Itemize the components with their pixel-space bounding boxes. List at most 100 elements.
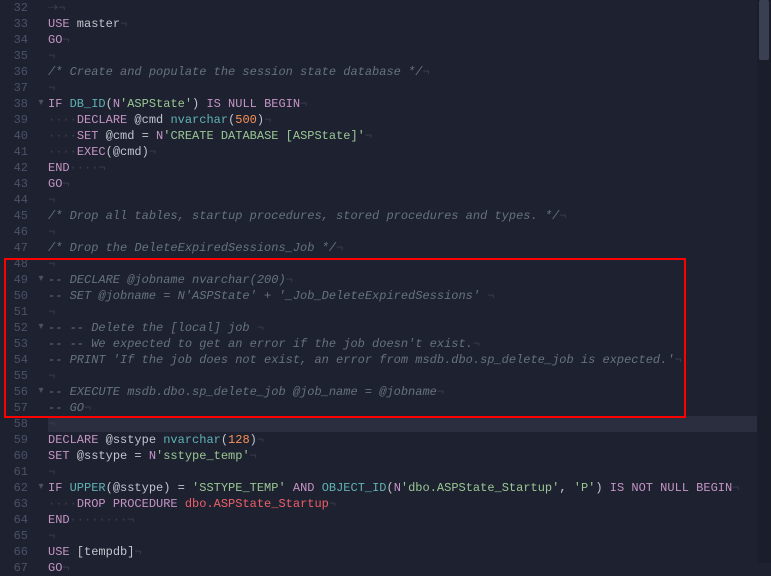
token: ¬ (336, 241, 343, 255)
fold-marker (34, 80, 48, 96)
line-number: 58 (0, 416, 32, 432)
code-line[interactable]: IF UPPER(@sstype) = 'SSTYPE_TEMP' AND OB… (48, 480, 771, 496)
token: ¬ (127, 513, 134, 527)
code-line[interactable]: ····DROP PROCEDURE dbo.ASPState_Startup¬ (48, 496, 771, 512)
line-number: 38 (0, 96, 32, 112)
token: ¬ (62, 33, 69, 47)
token: DECLARE (48, 433, 98, 447)
code-line[interactable]: GO¬ (48, 176, 771, 192)
token: ¬ (257, 321, 264, 335)
line-number: 41 (0, 144, 32, 160)
fold-marker[interactable]: ▾ (34, 96, 48, 112)
token: ¬ (48, 465, 55, 479)
fold-marker[interactable]: ▾ (34, 272, 48, 288)
code-line[interactable]: ¬ (48, 192, 771, 208)
token: ¬ (134, 545, 141, 559)
token: /* Drop the DeleteExpiredSessions_Job */ (48, 241, 336, 255)
line-number: 47 (0, 240, 32, 256)
code-line[interactable]: /* Drop the DeleteExpiredSessions_Job */… (48, 240, 771, 256)
fold-marker (34, 416, 48, 432)
fold-marker[interactable]: ▾ (34, 480, 48, 496)
line-number: 61 (0, 464, 32, 480)
token: ⇢ (48, 1, 58, 15)
token: ¬ (48, 225, 55, 239)
code-line[interactable]: ¬ (48, 224, 771, 240)
code-line[interactable]: ¬ (48, 304, 771, 320)
code-line[interactable]: ····EXEC(@cmd)¬ (48, 144, 771, 160)
token: ¬ (365, 129, 372, 143)
code-line[interactable]: ¬ (48, 368, 771, 384)
code-line[interactable]: -- GO¬ (48, 400, 771, 416)
token: -- PRINT 'If the job does not exist, an … (48, 353, 675, 367)
token (314, 481, 321, 495)
token: N (394, 481, 401, 495)
fold-marker[interactable]: ▾ (34, 320, 48, 336)
fold-marker (34, 32, 48, 48)
line-number: 44 (0, 192, 32, 208)
token: ···· (48, 129, 77, 143)
code-editor[interactable]: 3233343536373839404142434445464748495051… (0, 0, 771, 563)
code-line[interactable]: -- EXECUTE msdb.dbo.sp_delete_job @job_n… (48, 384, 771, 400)
code-line[interactable]: GO¬ (48, 32, 771, 48)
code-line[interactable]: ¬ (48, 256, 771, 272)
fold-marker (34, 560, 48, 576)
code-line[interactable]: -- SET @jobname = N'ASPState' + '_Job_De… (48, 288, 771, 304)
token: ¬ (48, 305, 55, 319)
token: N (113, 97, 120, 111)
token: USE (48, 17, 70, 31)
code-line[interactable]: ¬ (48, 528, 771, 544)
code-line[interactable]: ¬ (48, 416, 771, 432)
fold-marker (34, 464, 48, 480)
code-line[interactable]: IF DB_ID(N'ASPState') IS NULL BEGIN¬ (48, 96, 771, 112)
scrollbar-thumb[interactable] (759, 0, 769, 60)
fold-marker (34, 16, 48, 32)
code-line[interactable]: DECLARE @sstype nvarchar(128)¬ (48, 432, 771, 448)
code-line[interactable]: -- -- Delete the [local] job ¬ (48, 320, 771, 336)
line-number-gutter: 3233343536373839404142434445464748495051… (0, 0, 34, 563)
vertical-scrollbar[interactable] (757, 0, 771, 563)
code-line[interactable]: ¬ (48, 80, 771, 96)
code-line[interactable]: USE master¬ (48, 16, 771, 32)
token: GO (48, 33, 62, 47)
code-line[interactable]: -- -- We expected to get an error if the… (48, 336, 771, 352)
token: DROP PROCEDURE (77, 497, 178, 511)
token (185, 481, 192, 495)
token: -- -- We expected to get an error if the… (48, 337, 473, 351)
code-line[interactable]: ····SET @cmd = N'CREATE DATABASE [ASPSta… (48, 128, 771, 144)
code-line[interactable]: END····¬ (48, 160, 771, 176)
line-number: 39 (0, 112, 32, 128)
token: END (48, 161, 70, 175)
token: ¬ (48, 529, 55, 543)
token: ···· (48, 113, 77, 127)
code-line[interactable]: ⇢¬ (48, 0, 771, 16)
code-line[interactable]: USE [tempdb]¬ (48, 544, 771, 560)
code-line[interactable]: SET @sstype = N'sstype_temp'¬ (48, 448, 771, 464)
code-line[interactable]: GO¬ (48, 560, 771, 576)
token: ¬ (48, 417, 55, 431)
code-line[interactable]: ····DECLARE @cmd nvarchar(500)¬ (48, 112, 771, 128)
line-number: 49 (0, 272, 32, 288)
token: ···· (48, 497, 77, 511)
code-line[interactable]: /* Create and populate the session state… (48, 64, 771, 80)
fold-marker (34, 352, 48, 368)
code-line[interactable]: -- PRINT 'If the job does not exist, an … (48, 352, 771, 368)
code-line[interactable]: ¬ (48, 48, 771, 64)
line-number: 62 (0, 480, 32, 496)
code-line[interactable]: ¬ (48, 464, 771, 480)
fold-marker[interactable]: ▾ (34, 384, 48, 400)
token (62, 481, 69, 495)
fold-marker (34, 112, 48, 128)
fold-marker (34, 304, 48, 320)
token: ········ (70, 513, 128, 527)
code-line[interactable]: -- DECLARE @jobname nvarchar(200)¬ (48, 272, 771, 288)
token (62, 97, 69, 111)
line-number: 54 (0, 352, 32, 368)
fold-marker (34, 256, 48, 272)
fold-column[interactable]: ▾ ▾ ▾ ▾ ▾ (34, 0, 48, 563)
code-area[interactable]: ⇢¬USE master¬GO¬¬/* Create and populate … (48, 0, 771, 563)
token: ¬ (422, 65, 429, 79)
line-number: 42 (0, 160, 32, 176)
code-line[interactable]: /* Drop all tables, startup procedures, … (48, 208, 771, 224)
code-line[interactable]: END········¬ (48, 512, 771, 528)
token: ¬ (300, 97, 307, 111)
